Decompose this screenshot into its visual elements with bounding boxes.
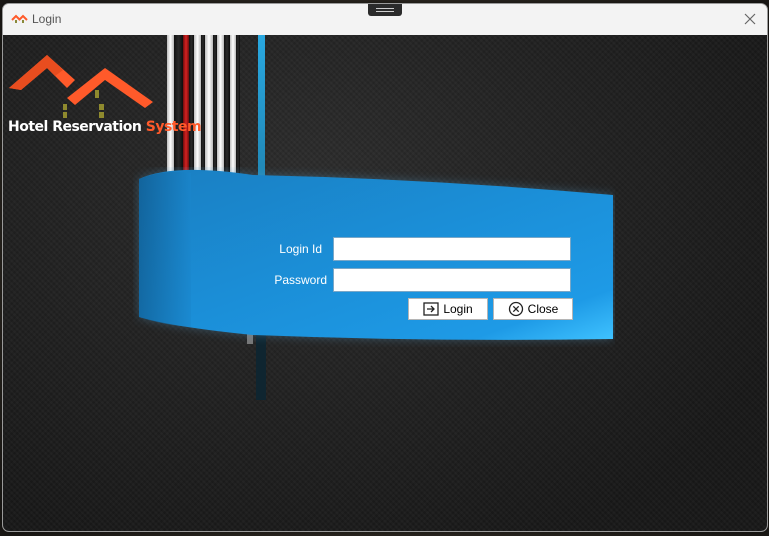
password-label: Password [274,273,327,287]
title-bar[interactable]: Login [3,4,767,35]
close-icon [744,13,756,25]
close-button-label: Close [527,302,559,316]
circle-x-icon [508,301,523,317]
hotel-app-icon [11,14,28,23]
logo-text-hotel: Hotel Reservation [8,119,142,135]
close-button[interactable]: Close [493,298,573,320]
login-button[interactable]: Login [408,298,488,320]
window-close-button[interactable] [739,8,761,30]
window-title: Login [32,12,62,26]
login-window: Login Hotel Reservation System Login Id … [2,3,768,532]
login-id-input[interactable] [333,237,571,261]
snap-handle[interactable] [368,4,402,16]
logo-text-system: System [145,119,202,135]
password-input[interactable] [333,268,571,292]
logo-text: Hotel Reservation System [8,119,202,135]
login-id-label: Login Id [279,242,322,256]
login-panel: Hotel Reservation System Login Id Passwo… [3,35,767,531]
login-button-label: Login [443,302,473,316]
login-arrow-icon [423,302,439,316]
